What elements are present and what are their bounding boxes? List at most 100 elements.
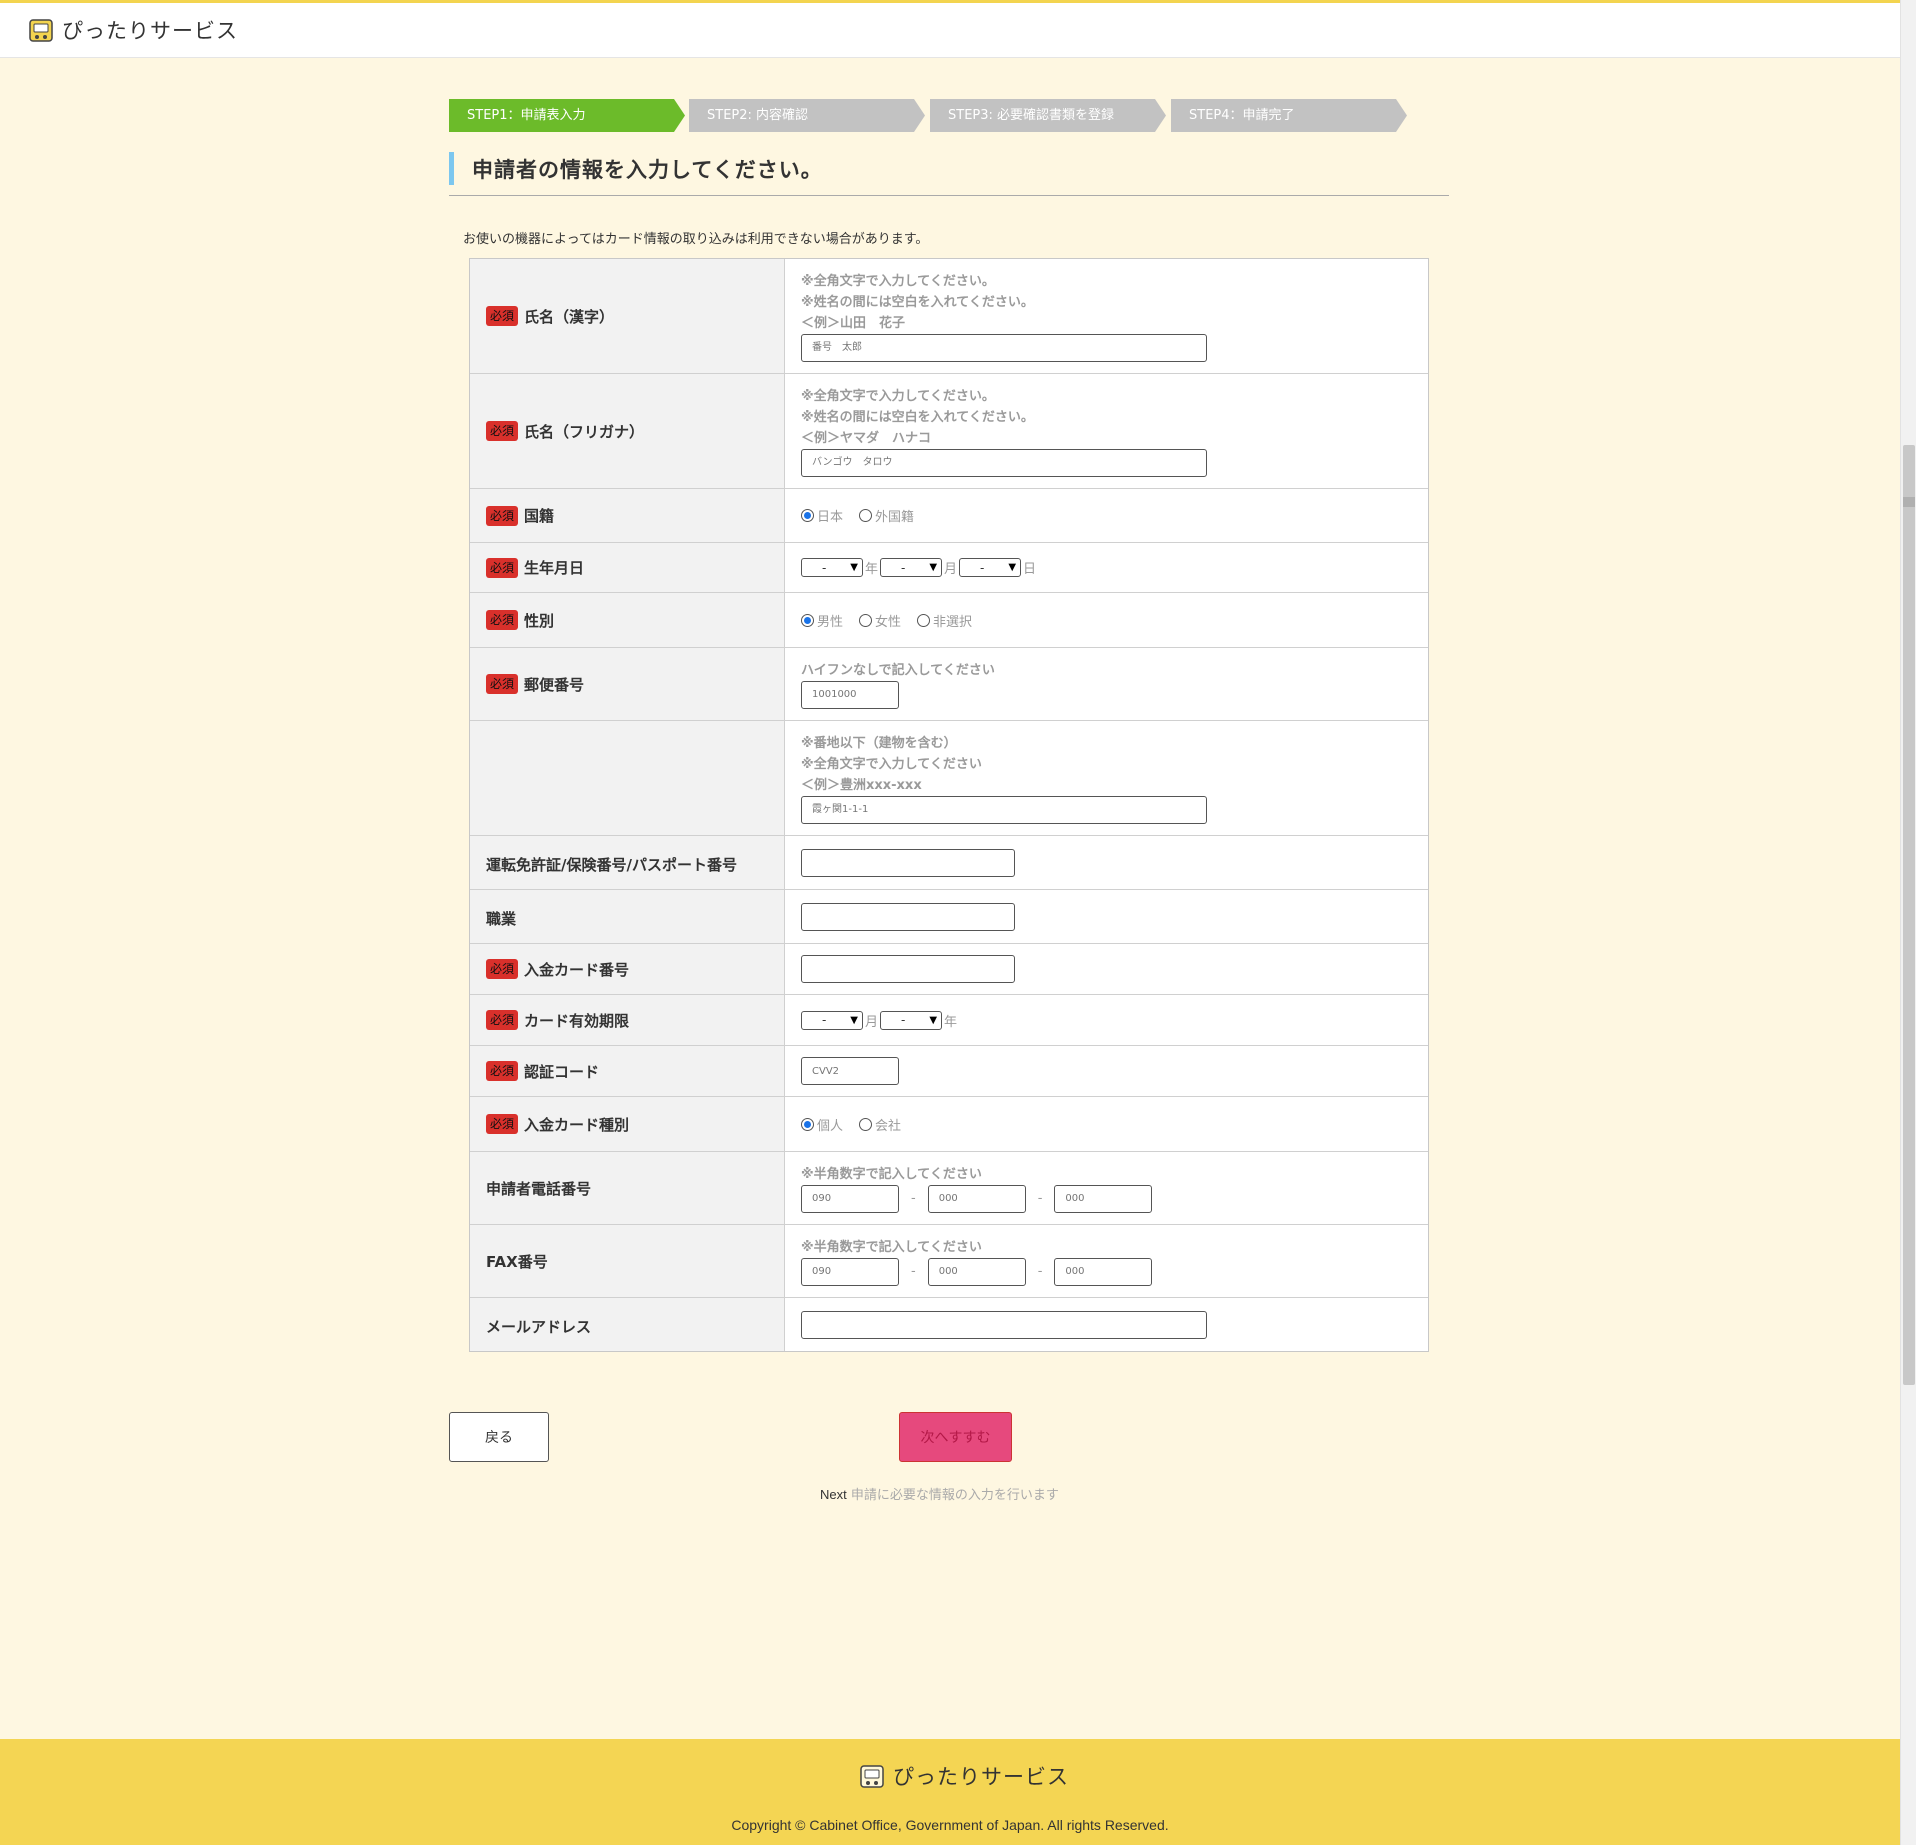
fax-input-3[interactable]: [1054, 1257, 1153, 1286]
occupation-input[interactable]: [801, 902, 1015, 931]
cell-birthdate: - ▼ 年 - ▼ 月 - ▼ 日: [785, 543, 1428, 592]
radio-empty-icon[interactable]: [859, 1117, 873, 1131]
radio-selected-icon[interactable]: [801, 509, 814, 522]
required-badge: 必須: [486, 959, 519, 979]
chevron-down-icon: ▼: [850, 562, 858, 573]
fax-input-1[interactable]: [801, 1257, 899, 1286]
hint-line: ※半角数字で記入してください: [801, 1239, 982, 1255]
vertical-scrollbar[interactable]: [1900, 0, 1916, 1845]
cell-phone: ※半角数字で記入してください - -: [785, 1152, 1428, 1224]
phone-input-3[interactable]: [1054, 1184, 1153, 1213]
label-birthdate: 必須 生年月日: [470, 543, 785, 592]
footer-logo[interactable]: ぴったりサービス: [857, 1761, 1069, 1791]
row-gender: 必須 性別 男性 女性 非選択: [470, 593, 1428, 648]
phone-input-2[interactable]: [927, 1184, 1026, 1213]
radio-empty-icon[interactable]: [859, 509, 873, 522]
radio-empty-icon[interactable]: [859, 613, 873, 627]
cell-address: ※番地以下（建物を含む） ※全角文字で入力してください ＜例＞豊洲xxx-xxx: [785, 721, 1428, 835]
cell-nationality: 日本 外国籍: [785, 489, 1428, 542]
required-badge: 必須: [486, 1114, 519, 1134]
required-badge: 必須: [486, 1061, 519, 1081]
row-card-expiry: 必須 カード有効期限 - ▼ 月 - ▼ 年: [470, 995, 1428, 1046]
license-number-input[interactable]: [801, 848, 1015, 877]
radio-selected-icon[interactable]: [801, 1117, 814, 1131]
cell-license: [785, 836, 1428, 889]
cell-card-expiry: - ▼ 月 - ▼ 年: [785, 995, 1428, 1045]
radio-japan[interactable]: 日本: [801, 506, 843, 525]
cell-name-kana: ※全角文字で入力してください。 ※姓名の間には空白を入れてください。 ＜例＞ヤマ…: [785, 374, 1428, 488]
expiry-year-select[interactable]: - ▼: [880, 1010, 943, 1030]
cell-gender: 男性 女性 非選択: [785, 593, 1428, 647]
cell-fax: ※半角数字で記入してください - -: [785, 1225, 1428, 1297]
radio-female[interactable]: 女性: [859, 611, 901, 630]
expiry-month-select[interactable]: - ▼: [801, 1010, 863, 1030]
chevron-down-icon: ▼: [929, 1014, 938, 1026]
phone-input-1[interactable]: [801, 1184, 899, 1213]
page-title: 申請者の情報を入力してください。: [449, 152, 1449, 196]
name-kanji-input[interactable]: [801, 333, 1207, 362]
birth-day-select[interactable]: - ▼: [959, 558, 1022, 577]
radio-unselected[interactable]: 非選択: [917, 611, 972, 630]
cell-email: [785, 1298, 1428, 1351]
pittari-logo-icon: [860, 1765, 884, 1788]
label-name-kana: 必須 氏名（フリガナ）: [470, 374, 785, 488]
label-gender: 必須 性別: [470, 593, 785, 647]
step-2: STEP2: 内容確認: [689, 99, 925, 132]
email-input[interactable]: [801, 1310, 1207, 1339]
birth-month-select[interactable]: - ▼: [880, 558, 943, 577]
radio-male[interactable]: 男性: [801, 611, 843, 630]
label-license: 運転免許証/保険番号/パスポート番号: [470, 836, 785, 889]
label-card-expiry: 必須 カード有効期限: [470, 995, 785, 1045]
next-button[interactable]: 次へすすむ: [899, 1412, 1012, 1462]
row-occupation: 職業: [470, 890, 1428, 944]
label-fax: FAX番号: [470, 1225, 785, 1297]
row-phone: 申請者電話番号 ※半角数字で記入してください - -: [470, 1152, 1428, 1225]
row-card-type: 必須 入金カード種別 個人 会社: [470, 1097, 1428, 1152]
hint-line: ※全角文字で入力してください。: [801, 273, 995, 289]
cell-card-type: 個人 会社: [785, 1097, 1428, 1151]
radio-empty-icon[interactable]: [917, 613, 931, 627]
row-fax: FAX番号 ※半角数字で記入してください - -: [470, 1225, 1428, 1298]
required-badge: 必須: [486, 674, 519, 694]
required-badge: 必須: [486, 505, 519, 526]
hint-line: ＜例＞山田 花子: [801, 315, 906, 331]
next-description: Next 申請に必要な情報の入力を行います: [820, 1487, 1059, 1503]
copyright-text: Copyright © Cabinet Office, Government o…: [731, 1817, 1169, 1833]
row-name-kana: 必須 氏名（フリガナ） ※全角文字で入力してください。 ※姓名の間には空白を入れ…: [470, 374, 1428, 489]
step-3: STEP3: 必要確認書類を登録: [930, 99, 1166, 132]
row-email: メールアドレス: [470, 1298, 1428, 1351]
label-address: [470, 721, 785, 835]
birth-year-select[interactable]: - ▼: [801, 558, 863, 577]
back-button[interactable]: 戻る: [449, 1412, 549, 1462]
label-name-kanji: 必須 氏名（漢字）: [470, 259, 785, 373]
hint-line: ※番地以下（建物を含む）: [801, 735, 957, 751]
label-card-type: 必須 入金カード種別: [470, 1097, 785, 1151]
name-kana-input[interactable]: [801, 448, 1207, 477]
cell-cvv: [785, 1046, 1428, 1096]
row-card-number: 必須 入金カード番号: [470, 944, 1428, 995]
radio-company[interactable]: 会社: [859, 1115, 901, 1134]
label-phone: 申請者電話番号: [470, 1152, 785, 1224]
hint-line: ハイフンなしで記入してください: [801, 662, 995, 678]
footer: ぴったりサービス Copyright © Cabinet Office, Gov…: [0, 1739, 1900, 1845]
label-occupation: 職業: [470, 890, 785, 943]
required-badge: 必須: [486, 557, 519, 578]
row-address: ※番地以下（建物を含む） ※全角文字で入力してください ＜例＞豊洲xxx-xxx: [470, 721, 1428, 836]
top-header: ぴったりサービス: [0, 0, 1900, 58]
cell-postal: ハイフンなしで記入してください: [785, 648, 1428, 720]
fax-input-2[interactable]: [927, 1257, 1026, 1286]
scrollbar-thumb[interactable]: [1903, 445, 1915, 1385]
row-postal: 必須 郵便番号 ハイフンなしで記入してください: [470, 648, 1428, 721]
postal-code-input[interactable]: [801, 680, 899, 709]
step-4: STEP4：申請完了: [1171, 99, 1407, 132]
hint-line: ※姓名の間には空白を入れてください。: [801, 409, 1034, 425]
radio-selected-icon[interactable]: [801, 613, 814, 627]
site-logo[interactable]: ぴったりサービス: [26, 15, 238, 45]
pittari-logo-icon: [29, 19, 53, 42]
label-nationality: 必須 国籍: [470, 489, 785, 542]
address-input[interactable]: [801, 795, 1207, 824]
radio-personal[interactable]: 個人: [801, 1115, 843, 1134]
cvv-input[interactable]: [801, 1057, 899, 1085]
card-number-input[interactable]: [801, 955, 1015, 983]
radio-foreign[interactable]: 外国籍: [859, 506, 914, 525]
